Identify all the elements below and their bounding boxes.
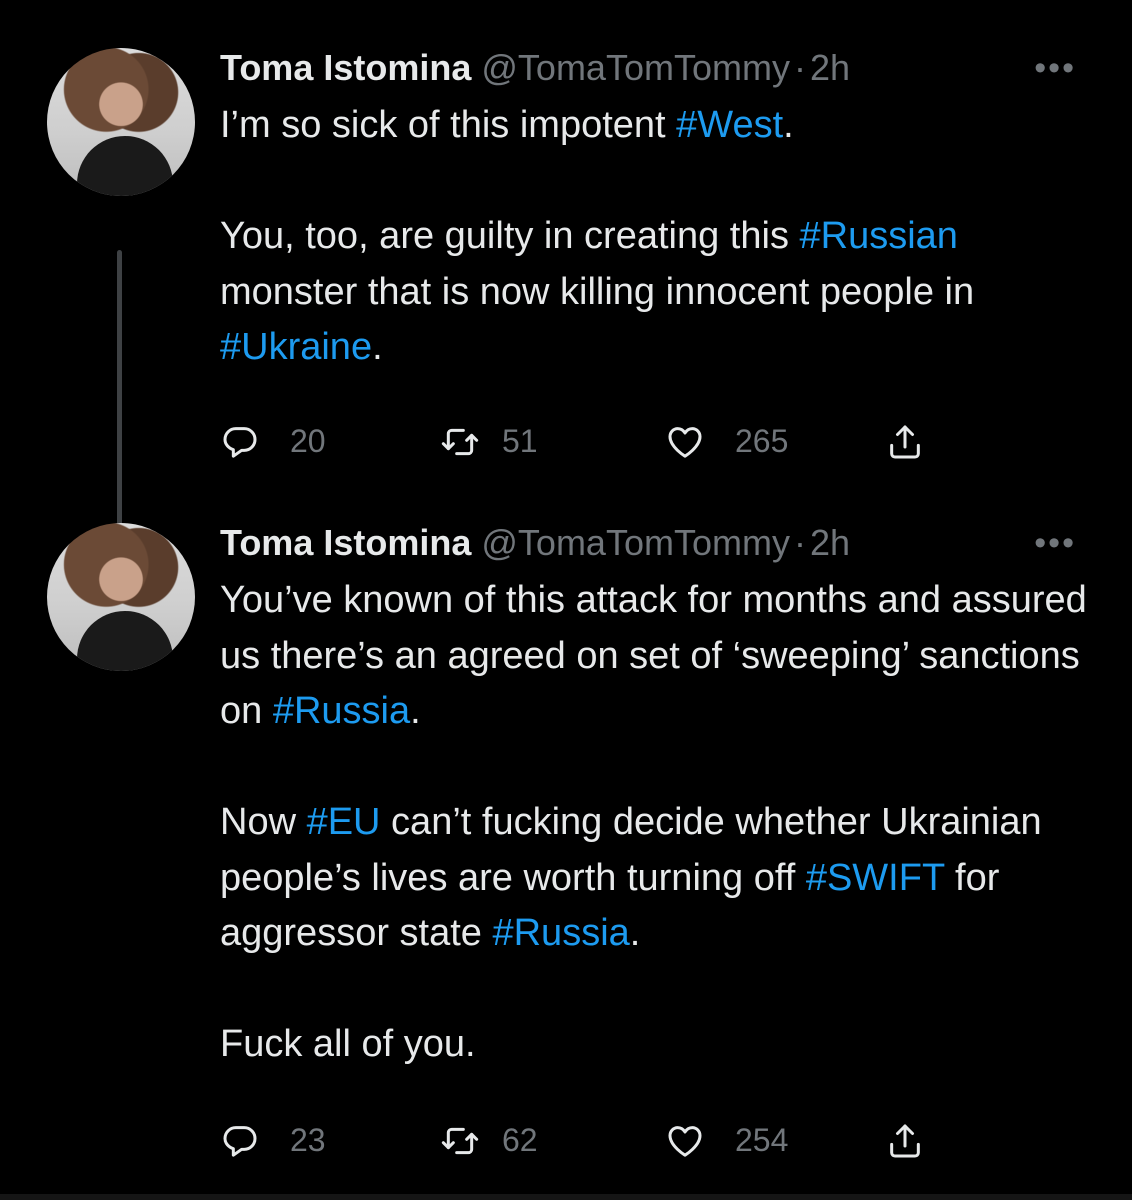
tweet-header: Toma Istomina @TomaTomTommy · 2h •••: [220, 38, 1100, 98]
hashtag-link[interactable]: #Russia: [492, 912, 629, 954]
separator-dot: ·: [793, 522, 806, 563]
tweet-paragraph: Now #EU can’t fucking decide whether Ukr…: [220, 795, 1100, 962]
reply-icon: [223, 426, 257, 458]
text-run: .: [410, 690, 421, 732]
retweet-icon: [441, 1127, 479, 1154]
avatar[interactable]: [47, 48, 195, 196]
tweet-timestamp[interactable]: 2h: [810, 522, 850, 563]
author-handle[interactable]: @TomaTomTommy: [481, 47, 790, 88]
retweet-count: 62: [502, 1122, 538, 1158]
retweet-button[interactable]: 62: [440, 1111, 538, 1171]
share-icon: [890, 1124, 920, 1157]
share-button[interactable]: [885, 412, 925, 472]
text-run: .: [629, 912, 641, 954]
author-handle[interactable]: @TomaTomTommy: [481, 522, 790, 563]
hashtag-link[interactable]: #Russia: [273, 690, 410, 732]
author-name[interactable]: Toma Istomina: [220, 522, 471, 563]
separator-dot: ·: [793, 47, 806, 88]
tweet-paragraph: I’m so sick of this impotent #West.: [220, 98, 1100, 154]
text-run: .: [783, 104, 794, 146]
tweet-paragraph: You, too, are guilty in creating this #R…: [220, 209, 1100, 376]
heart-icon: [668, 426, 702, 458]
hashtag-link[interactable]: #EU: [307, 801, 381, 843]
retweet-count: 51: [502, 423, 538, 459]
tweet-content: Toma Istomina @TomaTomTommy · 2h ••• I’m so…: [220, 38, 1100, 472]
text-run: Now: [220, 801, 307, 843]
hashtag-link[interactable]: #West: [676, 104, 783, 146]
tweet-actions: 20 51 265: [220, 412, 1100, 472]
tweet-text: You’ve known of this attack for months a…: [220, 573, 1100, 1073]
tweet-paragraph: You’ve known of this attack for months a…: [220, 573, 1100, 740]
author-name[interactable]: Toma Istomina: [220, 47, 471, 88]
text-run: You, too, are guilty in creating this: [220, 215, 800, 257]
tweet-header: Toma Istomina @TomaTomTommy · 2h •••: [220, 513, 1100, 573]
reply-count: 20: [290, 423, 326, 459]
more-options-icon[interactable]: •••: [1034, 513, 1076, 573]
heart-icon: [668, 1125, 702, 1157]
avatar[interactable]: [47, 523, 195, 671]
hashtag-link[interactable]: #Ukraine: [220, 326, 372, 368]
reply-count: 23: [290, 1122, 326, 1158]
tweet-text: I’m so sick of this impotent #West. You,…: [220, 98, 1100, 376]
share-button[interactable]: [885, 1111, 925, 1171]
like-count: 254: [735, 1122, 789, 1158]
hashtag-link[interactable]: #SWIFT: [806, 857, 945, 899]
share-icon: [890, 425, 920, 458]
text-run: .: [372, 326, 383, 368]
tweet-content: Toma Istomina @TomaTomTommy · 2h ••• You’ve…: [220, 513, 1100, 1171]
avatar-figure: [77, 611, 173, 671]
text-run: I’m so sick of this impotent: [220, 104, 677, 146]
bottom-divider: [0, 1194, 1132, 1200]
tweet-actions: 23 62 254: [220, 1111, 1100, 1171]
reply-button[interactable]: 23: [220, 1111, 326, 1171]
text-run: monster that is now killing innocent peo…: [220, 270, 975, 313]
text-run: Fuck all of you.: [220, 1023, 476, 1065]
like-button[interactable]: 254: [665, 1111, 788, 1171]
like-button[interactable]: 265: [665, 412, 788, 472]
avatar-figure: [77, 136, 173, 196]
like-count: 265: [735, 423, 789, 459]
retweet-icon: [441, 428, 479, 455]
reply-button[interactable]: 20: [220, 412, 326, 472]
hashtag-link[interactable]: #Russian: [800, 215, 958, 257]
retweet-button[interactable]: 51: [440, 412, 538, 472]
more-options-icon[interactable]: •••: [1034, 38, 1076, 98]
tweet-paragraph: Fuck all of you.: [220, 1017, 1100, 1073]
thread-connector-line: [117, 250, 122, 546]
tweet-timestamp[interactable]: 2h: [810, 47, 850, 88]
reply-icon: [223, 1125, 257, 1157]
